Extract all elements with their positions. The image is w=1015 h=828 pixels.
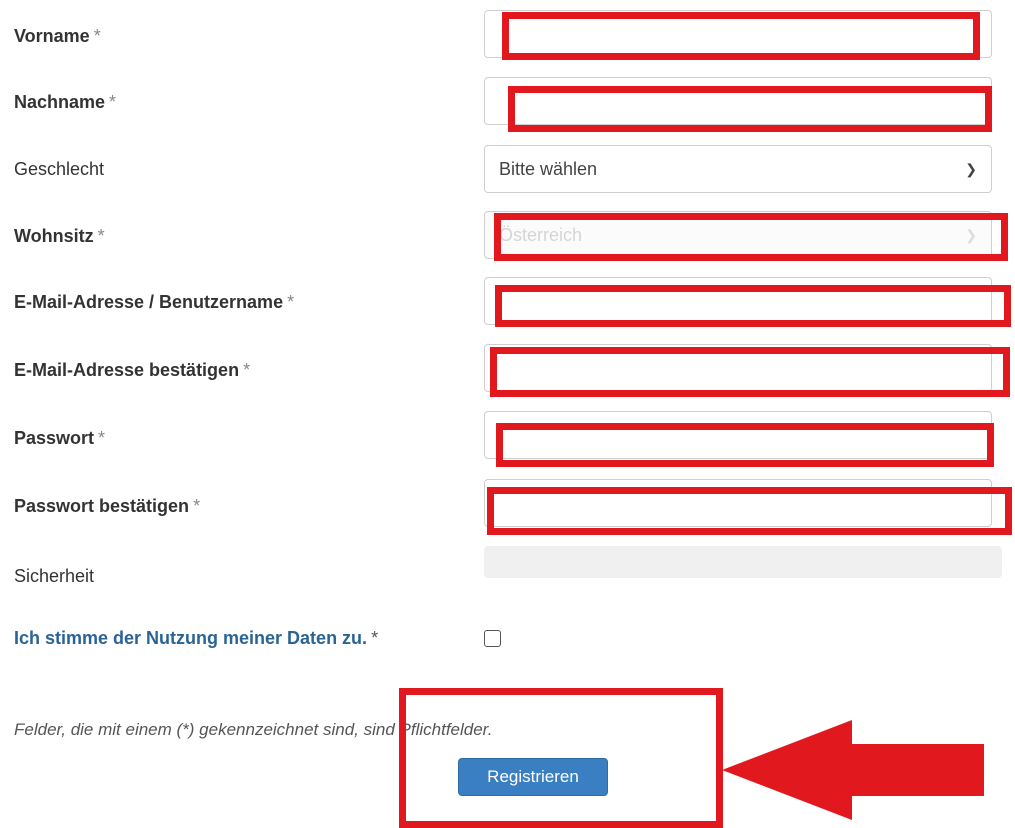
email-confirm-input[interactable] [484, 344, 992, 392]
wohnsitz-selected-value: Österreich [499, 224, 583, 245]
password-input[interactable] [484, 411, 992, 459]
consent-label[interactable]: Ich stimme der Nutzung meiner Daten zu. * [14, 628, 378, 649]
nachname-label: Nachname * [14, 92, 117, 112]
email-input[interactable] [484, 277, 992, 325]
register-button[interactable]: Registrieren [458, 758, 608, 796]
wohnsitz-select[interactable]: Österreich ❯ [484, 211, 992, 259]
password-strength-meter [484, 546, 1002, 578]
nachname-input[interactable] [484, 77, 992, 125]
security-label: Sicherheit [14, 566, 95, 586]
consent-checkbox[interactable] [484, 630, 501, 647]
vorname-input[interactable] [484, 10, 992, 58]
vorname-label: Vorname * [14, 26, 101, 46]
geschlecht-label: Geschlecht [14, 159, 105, 179]
geschlecht-selected-value: Bitte wählen [499, 158, 598, 179]
email-confirm-label: E-Mail-Adresse bestätigen * [14, 360, 251, 380]
wohnsitz-label: Wohnsitz * [14, 226, 105, 246]
password-confirm-label: Passwort bestätigen * [14, 496, 201, 516]
email-label: E-Mail-Adresse / Benutzername * [14, 292, 295, 312]
chevron-down-icon: ❯ [965, 226, 977, 243]
password-confirm-input[interactable] [484, 479, 992, 527]
geschlecht-select[interactable]: Bitte wählen ❯ [484, 145, 992, 193]
red-arrow-annotation [722, 720, 984, 820]
chevron-down-icon: ❯ [965, 160, 977, 177]
password-label: Passwort * [14, 428, 106, 448]
required-fields-note: Felder, die mit einem (*) gekennzeichnet… [14, 720, 493, 739]
